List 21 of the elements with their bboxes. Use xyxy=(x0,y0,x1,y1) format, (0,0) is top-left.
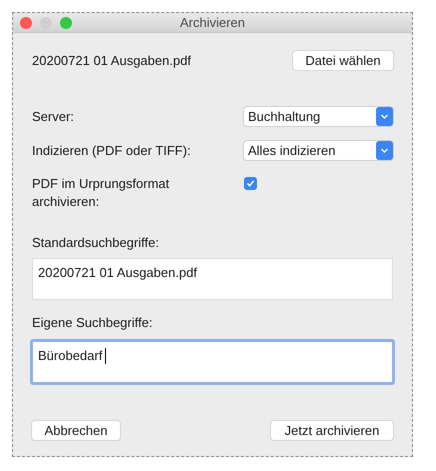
archive-button[interactable]: Jetzt archivieren xyxy=(271,420,393,440)
window-title: Archivieren xyxy=(180,14,246,32)
search-terms-field[interactable]: 20200721 01 Ausgaben.pdf xyxy=(32,258,393,300)
field-label: Standardsuchbegriffe: xyxy=(32,234,160,252)
dropdown[interactable]: Alles indizieren xyxy=(244,140,393,160)
cancel-button[interactable]: Abbrechen xyxy=(32,420,120,440)
close-icon[interactable] xyxy=(20,16,32,28)
setting-label: Server: xyxy=(32,108,74,126)
dropdown[interactable]: Buchhaltung xyxy=(244,106,393,126)
chevron-down-icon xyxy=(376,140,393,160)
zoom-icon[interactable] xyxy=(60,16,72,28)
setting-label: Indizieren (PDF oder TIFF): xyxy=(32,142,191,160)
setting-label: PDF im Urprungsformat archivieren: xyxy=(32,174,170,210)
chevron-down-icon xyxy=(376,106,393,126)
text-cursor xyxy=(105,348,106,364)
checkmark-icon xyxy=(246,178,255,188)
search-terms-field[interactable]: Bürobedarf xyxy=(30,338,395,384)
choose-file-button[interactable]: Datei wählen xyxy=(293,51,393,70)
file-name: 20200721 01 Ausgaben.pdf xyxy=(32,52,192,70)
checkbox[interactable] xyxy=(244,176,257,190)
field-label: Eigene Suchbegriffe: xyxy=(32,314,154,332)
